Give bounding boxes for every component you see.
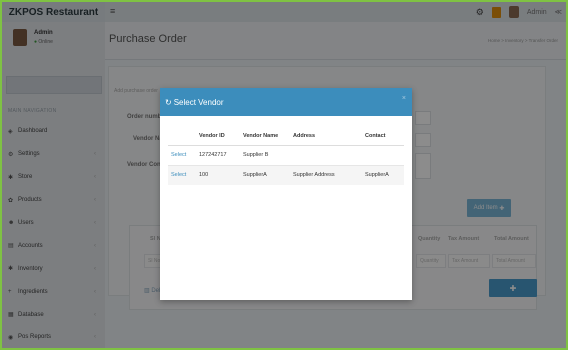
vendor-table: Vendor ID Vendor Name Address Contact Se… (168, 127, 404, 185)
app-frame: ZKPOS Restaurant ≡ ⚙ Admin ≪ Admin ● Onl… (0, 0, 568, 350)
address-cell (290, 144, 362, 165)
vendor-name-cell: SupplierA (240, 164, 290, 185)
vendor-id-cell: 100 (196, 164, 240, 185)
vendor-name-cell: Supplier B (240, 144, 290, 165)
col-address: Address (290, 127, 362, 146)
table-row: Select 100 SupplierA Supplier Address Su… (168, 164, 404, 185)
contact-cell: SupplierA (362, 164, 404, 185)
address-cell: Supplier Address (290, 164, 362, 185)
table-header-row: Vendor ID Vendor Name Address Contact (168, 127, 404, 146)
modal-header: ↻ Select Vendor × (160, 88, 412, 116)
col-vendor-name: Vendor Name (240, 127, 290, 146)
select-vendor-link[interactable]: Select (168, 144, 196, 165)
col-contact: Contact (362, 127, 404, 146)
select-vendor-modal: ↻ Select Vendor × Vendor ID Vendor Name … (160, 88, 412, 300)
close-icon[interactable]: × (402, 95, 406, 102)
col-action (168, 127, 196, 146)
contact-cell (362, 144, 404, 165)
modal-title: Select Vendor (173, 97, 224, 107)
select-vendor-link[interactable]: Select (168, 164, 196, 185)
table-row: Select 127242717 Supplier B (168, 144, 404, 165)
refresh-icon: ↻ (165, 97, 172, 107)
vendor-id-cell: 127242717 (196, 144, 240, 165)
col-vendor-id: Vendor ID (196, 127, 240, 146)
